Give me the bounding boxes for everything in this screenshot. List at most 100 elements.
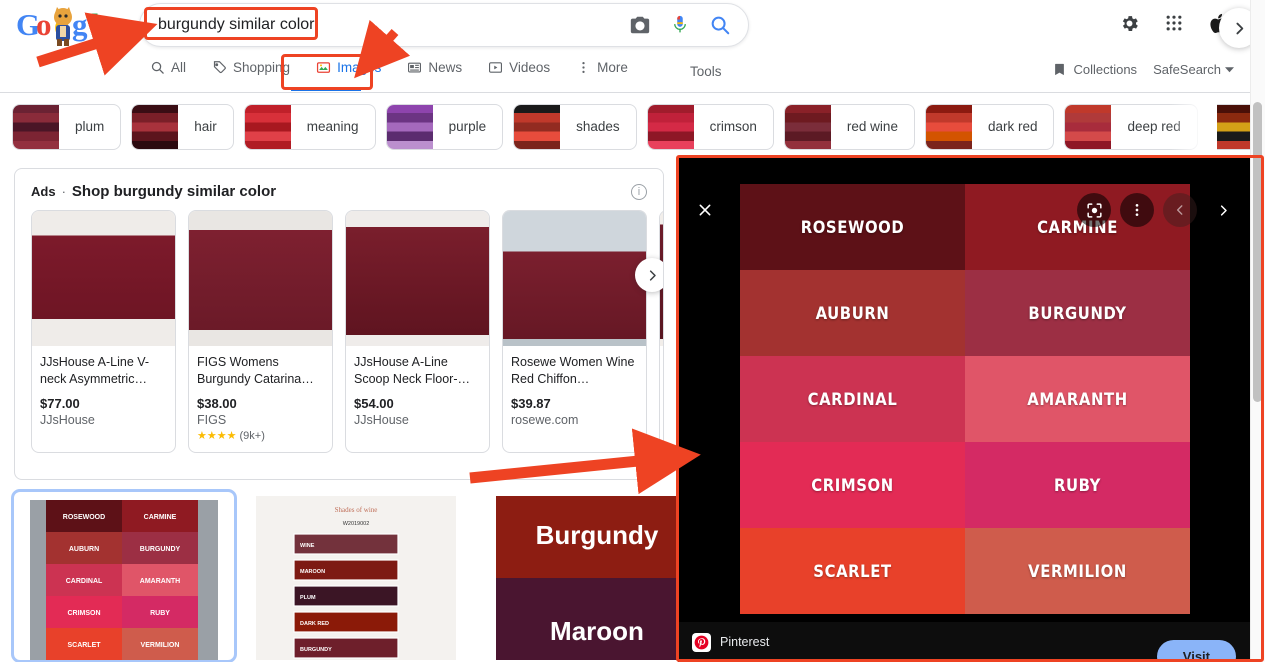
search-box[interactable] — [139, 3, 749, 47]
ad-card[interactable]: Searle Tufted$1,555WayfaiFree sh — [659, 210, 664, 453]
visit-button[interactable]: Visit — [1157, 640, 1236, 662]
safesearch-dropdown[interactable]: SafeSearch — [1153, 62, 1234, 77]
ad-product-image — [32, 211, 175, 346]
microphone-icon[interactable] — [660, 5, 700, 45]
svg-text:g: g — [72, 7, 88, 42]
tab-news-label: News — [428, 60, 462, 75]
chevron-right-icon — [1216, 203, 1231, 218]
chip-shades[interactable]: shades — [513, 104, 637, 150]
ad-rating-count: (9k+) — [236, 430, 264, 442]
palette-cell-ruby: RUBY — [965, 442, 1190, 528]
burgundy-palette-image[interactable]: ROSEWOODCARMINEAUBURNBURGUNDYCARDINALAMA… — [740, 184, 1190, 614]
chip-label: purple — [433, 119, 503, 134]
viewer-close-button[interactable] — [688, 193, 722, 227]
ad-card[interactable]: JJsHouse A-Line Scoop Neck Floor-…$54.00… — [345, 210, 490, 453]
ad-merchant: FIGS — [197, 413, 324, 427]
color-bars-thumb-image: Shades of wine W2019002 WINEMAROONPLUMDA… — [246, 492, 466, 660]
google-lens-icon — [1085, 201, 1104, 220]
thumb-color-bar-label: PLUM — [300, 595, 316, 601]
tab-images-label: Images — [337, 60, 381, 75]
tab-shopping[interactable]: Shopping — [212, 56, 304, 79]
page-header: G o o g l e — [0, 0, 1250, 93]
active-tab-underline — [291, 88, 361, 91]
camera-search-icon[interactable] — [620, 5, 660, 45]
ad-price: $38.00 — [197, 396, 324, 411]
svg-text:Maroon: Maroon — [550, 616, 644, 646]
google-lens-button[interactable] — [1077, 193, 1111, 227]
tab-all[interactable]: All — [150, 56, 200, 79]
chevron-right-icon — [645, 268, 660, 283]
ad-card-body: JJsHouse A-Line V-neck Asymmetric…$77.00… — [32, 346, 175, 437]
ad-card[interactable]: FIGS Womens Burgundy Catarina… $38.00 FIGS… — [188, 210, 333, 453]
info-icon[interactable]: i — [631, 184, 647, 200]
collections-button[interactable]: Collections — [1052, 62, 1137, 77]
ad-card[interactable]: JJsHouse A-Line V-neck Asymmetric…$77.00… — [31, 210, 176, 453]
ads-header: Ads · Shop burgundy similar color i — [15, 169, 663, 208]
svg-text:e: e — [100, 7, 114, 42]
thumb-palette-label: CARDINAL — [66, 578, 103, 585]
chip-label: red wine — [831, 119, 914, 134]
viewer-source-bar: Pinterest Visit — [678, 622, 1250, 662]
chip-thumbnail — [926, 104, 972, 150]
result-thumb-palette-grid[interactable]: ROSEWOODCARMINEAUBURNBURGUNDYCARDINALAMA… — [14, 492, 234, 660]
ads-separator: · — [62, 184, 66, 199]
chip-thumbnail — [132, 104, 178, 150]
header-secondary-actions: Collections SafeSearch — [1052, 62, 1234, 77]
chip-thumbnail — [1209, 104, 1250, 150]
tab-videos[interactable]: Videos — [488, 56, 564, 79]
svg-text:W2019002: W2019002 — [343, 521, 370, 527]
chip-hair[interactable]: hair — [131, 104, 234, 150]
kebab-menu-icon — [1129, 202, 1145, 218]
page-scrollbar-thumb[interactable] — [1253, 102, 1262, 402]
google-images-search-page: G o o g l e — [0, 0, 1265, 662]
chip-plum[interactable]: plum — [12, 104, 121, 150]
search-input[interactable] — [140, 10, 620, 40]
ads-next-button[interactable] — [635, 258, 664, 292]
ad-merchant: JJsHouse — [354, 413, 481, 427]
page-scrollbar-track[interactable] — [1250, 0, 1265, 662]
thumb-palette-label: RUBY — [150, 610, 170, 617]
tab-more[interactable]: More — [576, 56, 642, 79]
chip-label: meaning — [291, 119, 375, 134]
thumb-color-bar-label: BURGUNDY — [300, 647, 332, 653]
google-doodle-logo[interactable]: G o o g l e — [16, 5, 120, 47]
thumb-color-bar-label: DARK RED — [300, 621, 329, 627]
viewer-prev-button[interactable] — [1163, 193, 1197, 227]
video-icon — [488, 60, 503, 75]
palette-cell-label: AUBURN — [816, 304, 890, 323]
tab-images[interactable]: Images — [316, 56, 395, 79]
chip-palette[interactable]: palette — [1208, 104, 1250, 150]
tools-button[interactable]: Tools — [690, 64, 722, 79]
chip-dark-red[interactable]: dark red — [925, 104, 1055, 150]
chip-deep-red[interactable]: deep red — [1064, 104, 1197, 150]
thumb-palette-label: AMARANTH — [140, 578, 180, 585]
related-search-chips[interactable]: plumhair meaning purple shades crimson red wi… — [0, 94, 1250, 159]
apps-grid-icon[interactable] — [1161, 10, 1187, 36]
palette-cell-label: RUBY — [1054, 476, 1101, 495]
viewer-next-button[interactable] — [1206, 193, 1240, 227]
safesearch-label: SafeSearch — [1153, 62, 1221, 77]
tab-news[interactable]: News — [407, 56, 476, 79]
viewer-more-button[interactable] — [1120, 193, 1154, 227]
ad-merchant: rosewe.com — [511, 413, 638, 427]
chip-purple[interactable]: purple — [386, 104, 504, 150]
chip-red-wine[interactable]: red wine — [784, 104, 915, 150]
svg-text:Burgundy: Burgundy — [536, 520, 659, 550]
result-thumb-color-bars[interactable]: Shades of wine W2019002 WINEMAROONPLUMDA… — [246, 492, 466, 660]
ads-label: Ads — [31, 184, 56, 199]
ads-card-row: JJsHouse A-Line V-neck Asymmetric…$77.00… — [15, 208, 663, 453]
ad-price: $54.00 — [354, 396, 481, 411]
chip-thumbnail — [387, 104, 433, 150]
chip-crimson[interactable]: crimson — [647, 104, 774, 150]
image-viewer-panel: ROSEWOODCARMINEAUBURNBURGUNDYCARDINALAMA… — [678, 157, 1250, 662]
gear-icon[interactable] — [1116, 10, 1142, 36]
search-submit-icon[interactable] — [700, 5, 740, 45]
chip-label: crimson — [694, 119, 773, 134]
svg-text:Shades of wine: Shades of wine — [335, 506, 378, 514]
google-doodle-icon: G o o g l e — [16, 5, 120, 47]
palette-cell-scarlet: SCARLET — [740, 528, 965, 614]
result-thumb-burgundy-maroon[interactable]: Burgundy Maroon — [478, 492, 698, 660]
chip-meaning[interactable]: meaning — [244, 104, 376, 150]
ad-card[interactable]: Rosewe Women Wine Red Chiffon…$39.87rose… — [502, 210, 647, 453]
ad-product-name: FIGS Womens Burgundy Catarina… — [197, 354, 324, 388]
